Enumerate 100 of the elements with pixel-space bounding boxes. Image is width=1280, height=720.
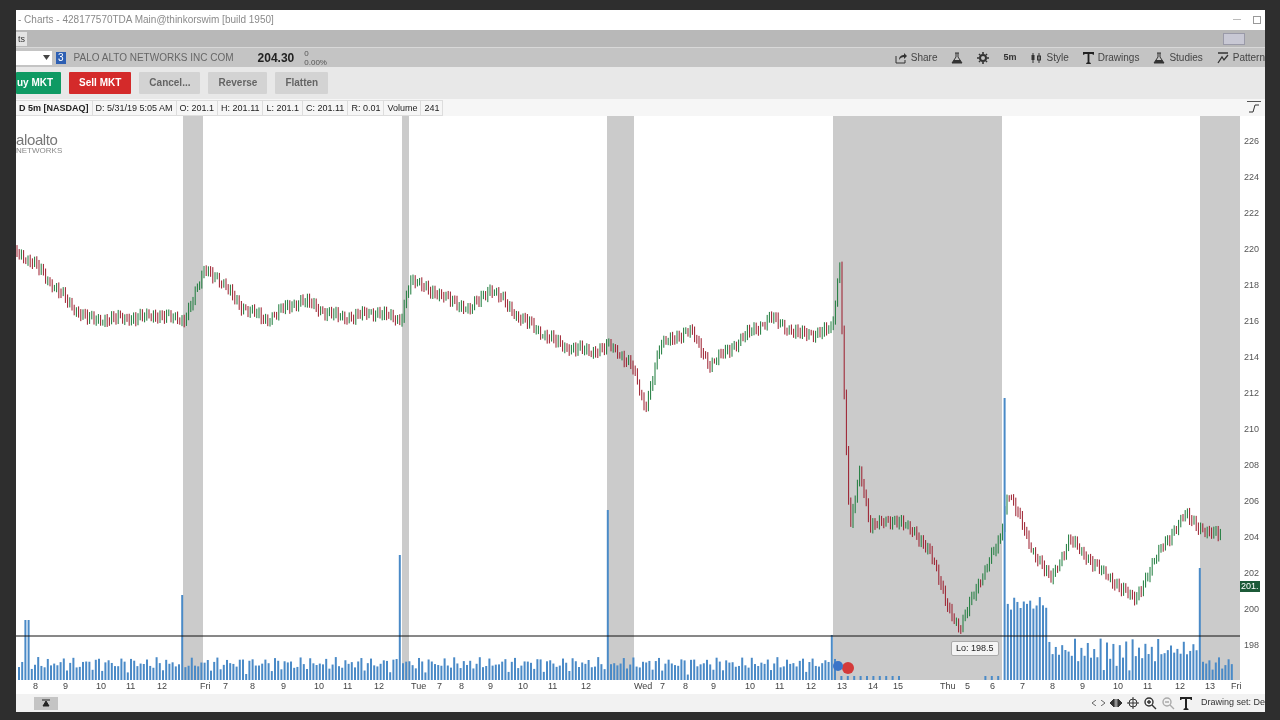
flask-icon[interactable] — [951, 51, 964, 64]
time-axis-label: Wed — [634, 681, 653, 693]
price-axis-label: 204 — [1244, 532, 1260, 543]
time-axis-label: Fri — [200, 681, 211, 693]
price-axis-label: 222 — [1244, 208, 1260, 219]
info-field: L: 201.1 — [263, 100, 303, 115]
drawing-set-label[interactable]: Drawing set: De — [1200, 696, 1265, 710]
collapse-icon — [42, 699, 50, 708]
price-axis-label: 202 — [1244, 568, 1260, 579]
time-axis-label: 9 — [63, 681, 68, 693]
order-button[interactable]: Sell MKT — [69, 71, 132, 94]
share-icon[interactable] — [894, 51, 907, 64]
price-axis-label: 200 — [1244, 604, 1260, 615]
candlestick-icon[interactable] — [1030, 51, 1043, 64]
percent-change: 0.00% — [304, 57, 327, 67]
info-field: R: 0.01 — [348, 100, 385, 115]
current-price-tag: 201. — [1240, 581, 1260, 593]
price-axis-label: 212 — [1244, 388, 1260, 399]
tab[interactable]: ts — [16, 31, 27, 46]
time-axis-label: 5 — [965, 681, 970, 693]
time-axis-label: 7 — [223, 681, 228, 693]
layout-toggle[interactable] — [1223, 32, 1245, 45]
price-axis-label: 218 — [1244, 280, 1260, 291]
time-axis-label: 10 — [1113, 681, 1123, 693]
time-axis-label: 7 — [437, 681, 442, 693]
info-field: Volume — [384, 100, 422, 115]
time-axis-label: 11 — [343, 681, 353, 693]
time-axis-label: 12 — [1175, 681, 1185, 693]
time-axis-label: Thu — [940, 681, 956, 693]
time-axis-label: 10 — [314, 681, 324, 693]
time-axis-label: 6 — [990, 681, 995, 693]
company-name: PALO ALTO NETWORKS INC COM — [73, 51, 234, 66]
scroll-left-icon[interactable] — [1091, 700, 1096, 707]
time-axis-label: 8 — [33, 681, 38, 693]
toolbar-button[interactable]: Studies — [1169, 50, 1203, 66]
flask-icon[interactable] — [1153, 51, 1166, 64]
buy-marker-icon — [833, 661, 843, 672]
zoom-in-icon[interactable] — [1143, 696, 1157, 710]
maximize-icon[interactable] — [1253, 15, 1261, 24]
price-axis-label: 198 — [1244, 640, 1260, 651]
symbol-field[interactable] — [16, 50, 52, 65]
info-field: D 5m [NASDAQ] — [16, 100, 93, 115]
time-axis-label: 10 — [745, 681, 755, 693]
low-price-label: Lo: 198.5 — [951, 641, 999, 657]
collapse-button[interactable] — [34, 696, 58, 710]
scroll-right-icon[interactable] — [1100, 700, 1105, 707]
toolbar-button[interactable]: Style — [1046, 50, 1069, 66]
toolbar-button[interactable]: Drawings — [1097, 50, 1140, 66]
info-field: 241 — [421, 100, 444, 115]
price-axis-label: 206 — [1244, 496, 1260, 507]
price-axis-label: 208 — [1244, 460, 1260, 471]
toolbar-button[interactable]: Share — [910, 50, 938, 66]
time-axis-label: 12 — [157, 681, 167, 693]
scale-icon[interactable] — [1247, 100, 1261, 115]
toolbar-button[interactable]: Pattern — [1232, 50, 1265, 66]
crosshair-icon[interactable] — [1126, 697, 1139, 710]
time-axis-label: 8 — [459, 681, 464, 693]
time-axis-label: 11 — [775, 681, 785, 693]
price-axis-label: 216 — [1244, 316, 1260, 327]
time-axis-label: 11 — [548, 681, 558, 693]
price-axis-label: 214 — [1244, 352, 1260, 363]
caret-icon[interactable] — [43, 55, 50, 61]
time-axis-label: 12 — [581, 681, 591, 693]
expand-horizontal-icon[interactable] — [1109, 698, 1122, 709]
time-axis-label: 12 — [374, 681, 384, 693]
timeframe-button[interactable]: 5m — [1003, 51, 1017, 65]
info-field: C: 201.11 — [303, 100, 349, 115]
text-tool-icon[interactable] — [1179, 696, 1192, 710]
time-axis-label: 15 — [893, 681, 903, 693]
time-axis-label: 8 — [683, 681, 688, 693]
net-change: 0 — [304, 48, 310, 58]
logo-wordmark: aloalto — [16, 132, 58, 148]
logo-subtitle: NETWORKS — [16, 147, 63, 156]
price-axis-label: 224 — [1244, 172, 1260, 183]
time-axis-label: 11 — [1143, 681, 1153, 693]
pattern-icon[interactable] — [1216, 51, 1229, 64]
price-axis-label: 226 — [1244, 136, 1260, 147]
time-axis-label: 10 — [518, 681, 528, 693]
info-field: H: 201.11 — [218, 100, 264, 115]
time-axis-label: 9 — [488, 681, 493, 693]
time-axis-label: 7 — [1020, 681, 1025, 693]
window-title: - Charts - 428177570TDA Main@thinkorswim [build 1950] — [18, 13, 274, 28]
gear-icon[interactable] — [977, 51, 990, 64]
price-axis-label: 210 — [1244, 424, 1260, 435]
time-axis-label: 12 — [806, 681, 816, 693]
time-axis-label: 13 — [1205, 681, 1215, 693]
text-tool-icon[interactable] — [1082, 51, 1094, 64]
time-axis-label: 14 — [868, 681, 878, 693]
order-button[interactable]: uy MKT — [16, 71, 62, 94]
time-axis-label: 11 — [126, 681, 136, 693]
time-axis-label: 8 — [1050, 681, 1055, 693]
time-axis-label: 13 — [837, 681, 847, 693]
time-axis-label: Tue — [411, 681, 427, 693]
time-axis-label: Fri — [1231, 681, 1242, 693]
time-axis-label: 8 — [250, 681, 255, 693]
link-badge[interactable]: 3 — [56, 51, 66, 64]
sell-marker-icon — [842, 662, 854, 675]
time-axis-label: 9 — [1080, 681, 1085, 693]
time-axis-label: 10 — [96, 681, 106, 693]
info-field: O: 201.1 — [176, 100, 219, 115]
